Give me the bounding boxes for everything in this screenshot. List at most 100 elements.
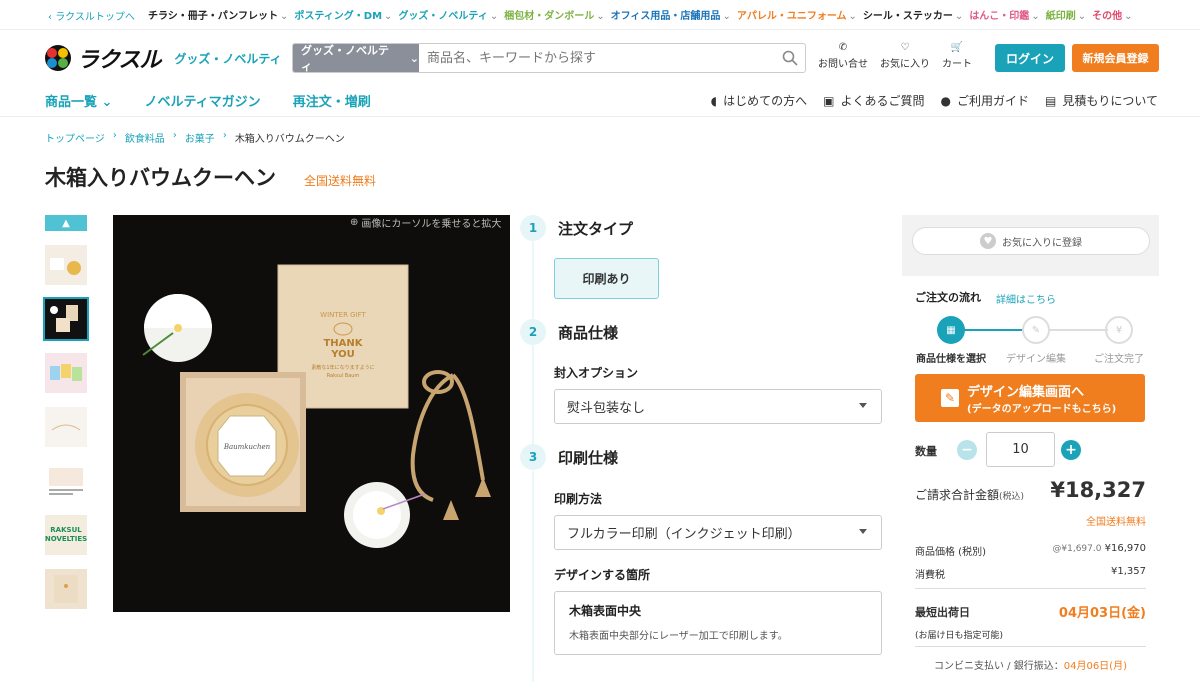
chevron-up-icon: ▲ [62, 217, 70, 229]
step-connector [532, 345, 534, 445]
category-link[interactable]: 梱包材・ダンボール [504, 7, 604, 22]
heart-icon: ♥ [980, 233, 996, 249]
flow-step-complete: ¥ ご注文完了 [1094, 316, 1144, 365]
back-to-raksul-link[interactable]: ‹ ラクスルトップへ [48, 8, 135, 23]
category-link[interactable]: チラシ・冊子・パンフレット [148, 7, 288, 22]
print-option-button[interactable]: 印刷あり [554, 258, 659, 299]
design-area-label: デザインする箇所 [554, 568, 651, 582]
phone-icon: ✆ [838, 42, 848, 53]
design-editor-button[interactable]: ✎ デザイン編集画面へ (データのアップロードもこちら) [915, 374, 1145, 422]
zoom-icon: ⊕ [350, 217, 359, 228]
add-favorite-button[interactable]: ♥ お気に入りに登録 [912, 227, 1150, 255]
nav-beginners[interactable]: ◖ はじめての方へ [711, 92, 807, 109]
search-button[interactable] [775, 44, 805, 72]
step-print-spec: 3 印刷仕様 [520, 444, 618, 470]
price-row: 商品価格 (税別) @¥1,697.0 ¥16,970 [915, 543, 1146, 558]
nav-product-list[interactable]: 商品一覧 ⌄ [45, 91, 112, 110]
thumbnail-7[interactable] [45, 569, 87, 609]
convenience-payment-note: コンビニ支払い / 銀行振込：04月06日(月) [934, 661, 1127, 672]
category-link[interactable]: ポスティング・DM [294, 7, 392, 22]
search-input[interactable] [419, 44, 775, 72]
thumb-scroll-up-button[interactable]: ▲ [45, 215, 87, 231]
step-connector [532, 471, 534, 682]
nav-left: 商品一覧 ⌄ ノベルティマガジン 再注文・増刷 [45, 91, 371, 110]
divider [915, 646, 1146, 647]
breadcrumb-current: 木箱入りバウムクーヘン [234, 134, 345, 145]
chevron-right-icon: › [112, 130, 117, 141]
quantity-label: 数量 [915, 445, 937, 458]
category-link[interactable]: アパレル・ユニフォーム [737, 7, 857, 22]
ship-date-note: (お届け日も指定可能) [915, 631, 1004, 641]
tax-row: 消費税 ¥1,357 [915, 566, 1146, 581]
thumbnail-4[interactable] [45, 407, 87, 447]
logo-subtitle: グッズ・ノベルティ [174, 51, 282, 66]
category-link[interactable]: 紙印刷 [1046, 7, 1086, 22]
thumbnail-1[interactable] [45, 245, 87, 285]
svg-text:THANK: THANK [323, 338, 363, 349]
nav-faq[interactable]: ▣ よくあるご質問 [823, 92, 924, 109]
product-thumb-image [50, 305, 78, 332]
design-area-option[interactable]: 木箱表面中央 木箱表面中央部分にレーザー加工で印刷します。 [554, 591, 882, 655]
category-link[interactable]: シール・ステッカー [863, 7, 963, 22]
raksul-logo[interactable]: ラクスル グッズ・ノベルティ [45, 42, 282, 74]
total-free-shipping: 全国送料無料 [1086, 517, 1146, 528]
shield-icon: ◖ [710, 93, 718, 108]
svg-text:YOU: YOU [330, 349, 355, 360]
faq-icon: ▣ [823, 93, 835, 108]
open-box-with-cake: Baumkuchen [180, 372, 306, 512]
step-product-spec: 2 商品仕様 [520, 319, 618, 345]
site-header: ラクスル グッズ・ノベルティ グッズ・ノベルティ⌄ ✆お問い合せ ♡お気に入り … [0, 30, 1200, 85]
search-icon [782, 50, 798, 66]
category-link[interactable]: グッズ・ノベルティ [398, 7, 498, 22]
total-label: ご請求合計金額(税込) [915, 488, 1025, 502]
heart-icon: ♡ [900, 42, 910, 53]
product-thumb-image [49, 468, 83, 495]
favorites-button[interactable]: ♡ お気に入り [880, 42, 930, 70]
caret-down-icon [859, 529, 867, 534]
zoom-hint: ⊕ 画像にカーソルを乗せると拡大 [350, 217, 502, 230]
thumbnail-3[interactable] [45, 353, 87, 393]
product-thumb-image [51, 424, 81, 431]
breadcrumb-top[interactable]: トップページ [45, 130, 105, 145]
baumkuchen-photo: WINTER GIFT THANK YOU 素敵な1年になりますように Raks… [113, 215, 510, 612]
quantity-input[interactable]: 10 [986, 432, 1055, 467]
login-button[interactable]: ログイン [995, 44, 1065, 72]
breadcrumb: トップページ › 飲食料品 › お菓子 › 木箱入りバウムクーヘン [45, 130, 345, 145]
print-method-select[interactable]: フルカラー印刷（インクジェット印刷） [554, 515, 882, 550]
svg-text:Raksul Baum: Raksul Baum [327, 373, 360, 379]
nav-reorder[interactable]: 再注文・増刷 [293, 91, 371, 110]
ship-date-value: 04月03日(金) [1058, 606, 1146, 621]
quantity-plus-button[interactable]: + [1061, 440, 1081, 460]
step-number: 1 [520, 215, 546, 241]
svg-text:Baumkuchen: Baumkuchen [223, 443, 271, 451]
order-flow-detail-link[interactable]: 詳細はこちら [996, 291, 1056, 306]
pencil-icon: ✎ [1022, 316, 1050, 344]
category-link[interactable]: オフィス用品・店舗用品 [611, 7, 731, 22]
main-product-image[interactable]: WINTER GIFT THANK YOU 素敵な1年になりますように Raks… [113, 215, 510, 612]
step-order-type: 1 注文タイプ [520, 215, 633, 241]
quantity-minus-button[interactable]: − [957, 440, 977, 460]
thumbnail-2[interactable] [43, 297, 89, 341]
nav-guide[interactable]: ● ご利用ガイド [941, 92, 1030, 109]
contact-button[interactable]: ✆ お問い合せ [818, 42, 868, 70]
thumbnail-5[interactable] [45, 461, 87, 501]
search-scope-select[interactable]: グッズ・ノベルティ ⌄ [293, 44, 419, 72]
product-thumb-image [54, 575, 78, 603]
breadcrumb-sweets[interactable]: お菓子 [185, 130, 215, 145]
register-button[interactable]: 新規会員登録 [1072, 44, 1159, 72]
chevron-down-icon: ⌄ [101, 95, 113, 110]
nav-novelty-magazine[interactable]: ノベルティマガジン [144, 91, 260, 110]
nav-right: ◖ はじめての方へ ▣ よくあるご質問 ● ご利用ガイド ▤ 見積もりについて [711, 92, 1158, 109]
category-link[interactable]: その他 [1092, 7, 1132, 22]
packaging-option-select[interactable]: 熨斗包装なし [554, 389, 882, 424]
cart-button[interactable]: 🛒 カート [942, 42, 972, 70]
ship-date-label: 最短出荷日 [915, 606, 970, 619]
main-nav: 商品一覧 ⌄ ノベルティマガジン 再注文・増刷 ◖ はじめての方へ ▣ よくあるご質… [0, 85, 1200, 117]
flow-step-spec: ▦ 商品仕様を選択 [916, 316, 986, 365]
top-category-bar: ‹ ラクスルトップへ チラシ・冊子・パンフレットポスティング・DM グッズ・ノベル… [0, 0, 1200, 30]
thumbnail-6[interactable]: RAKSUL NOVELTIES [45, 515, 87, 555]
breadcrumb-food[interactable]: 飲食料品 [125, 130, 165, 145]
page-title: 木箱入りバウムクーヘン [45, 166, 276, 190]
category-link[interactable]: はんこ・印鑑 [969, 7, 1039, 22]
nav-estimate[interactable]: ▤ 見積もりについて [1045, 92, 1158, 109]
